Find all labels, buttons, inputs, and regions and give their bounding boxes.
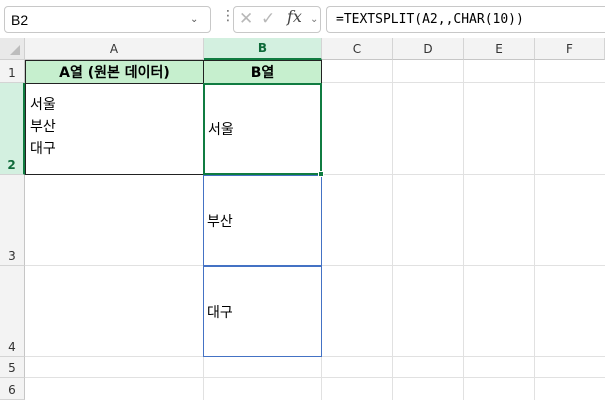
cell-a2-line: 대구 — [30, 141, 56, 157]
column-header-e[interactable]: E — [464, 38, 535, 60]
formula-input[interactable]: =TEXTSPLIT(A2,,CHAR(10)) — [326, 6, 605, 33]
cell-a2-line: 서울 — [30, 97, 56, 113]
fx-icon[interactable]: fx — [287, 7, 302, 26]
gridline — [534, 60, 535, 400]
cell-b1-text: B열 — [250, 65, 275, 81]
cell-b4[interactable]: 대구 — [203, 266, 322, 357]
enter-icon[interactable]: ✓ — [261, 9, 275, 29]
cell-b3[interactable]: 부산 — [203, 175, 322, 266]
fill-handle[interactable] — [318, 171, 324, 177]
fx-chevron-down-icon[interactable]: ⌄ — [310, 14, 318, 25]
row-header-2[interactable]: 2 — [0, 83, 25, 175]
row-header-1[interactable]: 1 — [0, 60, 25, 83]
column-header-d[interactable]: D — [393, 38, 464, 60]
cell-b4-text: 대구 — [207, 304, 233, 321]
select-all-icon — [10, 45, 20, 55]
chevron-down-icon[interactable]: ⌄ — [190, 14, 198, 25]
row-header-5[interactable]: 5 — [0, 357, 25, 378]
cell-a2[interactable]: 서울 부산 대구 — [25, 83, 204, 175]
gridline — [25, 377, 605, 378]
column-header-f[interactable]: F — [535, 38, 605, 60]
formula-text: =TEXTSPLIT(A2,,CHAR(10)) — [336, 12, 524, 27]
gridline — [463, 60, 464, 400]
row-header-6[interactable]: 6 — [0, 378, 25, 400]
cell-a1[interactable]: A열 (원본 데이터) — [25, 60, 204, 84]
column-header-a[interactable]: A — [25, 38, 204, 60]
column-header-b[interactable]: B — [204, 38, 322, 60]
cell-b1[interactable]: B열 — [203, 60, 322, 84]
cancel-icon[interactable]: ✕ — [239, 9, 253, 29]
cell-a2-line: 부산 — [30, 119, 56, 135]
cell-a1-text: A열 (원본 데이터) — [59, 65, 170, 81]
cell-b3-text: 부산 — [207, 213, 233, 230]
row-header-4[interactable]: 4 — [0, 266, 25, 357]
name-box[interactable]: B2 — [4, 6, 211, 33]
cell-b2-selected[interactable]: 서울 — [203, 83, 322, 175]
gridline — [392, 60, 393, 400]
row-header-3[interactable]: 3 — [0, 175, 25, 266]
column-header-c[interactable]: C — [322, 38, 393, 60]
name-box-value: B2 — [11, 11, 29, 28]
cell-b2-text: 서울 — [208, 122, 234, 138]
